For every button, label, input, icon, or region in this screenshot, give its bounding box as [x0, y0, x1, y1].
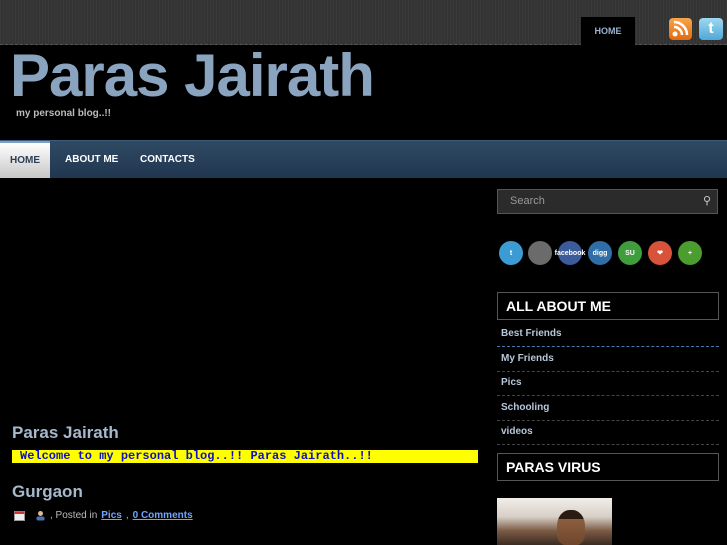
stumbleupon-social-icon[interactable]: SU	[618, 241, 642, 265]
divider	[497, 444, 719, 445]
site-tagline: my personal blog..!!	[16, 108, 112, 119]
post-meta: , Posted in Pics, 0 Comments	[14, 510, 193, 521]
digg-social-icon[interactable]: digg	[588, 241, 612, 265]
top-home-link[interactable]: HOME	[581, 17, 635, 45]
meta-posted-in: , Posted in	[50, 510, 98, 521]
main-nav: HOME ABOUT ME CONTACTS	[0, 140, 727, 178]
nav-contacts[interactable]: CONTACTS	[140, 141, 195, 178]
digg-social-glyph: digg	[592, 249, 608, 257]
category-link[interactable]: Pics	[101, 510, 122, 521]
sidebar-link-best-friends[interactable]: Best Friends	[497, 322, 719, 346]
profile-face	[557, 510, 585, 545]
paras-virus-title: PARAS VIRUS	[497, 453, 719, 481]
favorites-social-glyph: ❤	[657, 250, 663, 257]
addthis-social-glyph: +	[687, 249, 693, 257]
twitter-social-glyph: t	[509, 249, 513, 257]
meta-separator: ,	[125, 510, 129, 521]
delicious-social-icon[interactable]	[528, 241, 552, 265]
site-title[interactable]: Paras Jairath	[10, 44, 375, 108]
addthis-social-icon[interactable]: +	[678, 241, 702, 265]
nav-home[interactable]: HOME	[0, 141, 50, 178]
search-placeholder: Search	[510, 195, 545, 207]
twitter-social-icon[interactable]: t	[499, 241, 523, 265]
author-icon	[35, 510, 46, 521]
all-about-me-title: ALL ABOUT ME	[497, 292, 719, 320]
welcome-message: Welcome to my personal blog..!! Paras Ja…	[12, 450, 478, 463]
sidebar-link-videos[interactable]: videos	[497, 420, 719, 444]
calendar-icon	[14, 510, 25, 521]
top-bar: HOME t	[0, 0, 727, 45]
facebook-social-icon[interactable]: facebook	[555, 241, 585, 265]
rss-icon[interactable]	[669, 18, 692, 40]
twitter-icon[interactable]: t	[699, 18, 723, 40]
post-title[interactable]: Paras Jairath	[12, 423, 119, 443]
favorites-social-icon[interactable]: ❤	[648, 241, 672, 265]
sidebar-link-schooling[interactable]: Schooling	[497, 396, 719, 420]
search-input[interactable]: Search ⚲	[497, 189, 718, 214]
comments-link[interactable]: 0 Comments	[133, 510, 193, 521]
stumbleupon-social-glyph: SU	[625, 249, 635, 257]
facebook-social-glyph: facebook	[554, 249, 586, 257]
sidebar-link-pics[interactable]: Pics	[497, 371, 719, 395]
post-title-gurgaon[interactable]: Gurgaon	[12, 482, 83, 502]
profile-photo[interactable]	[497, 498, 612, 545]
nav-about-me[interactable]: ABOUT ME	[65, 141, 118, 178]
search-icon[interactable]: ⚲	[703, 190, 711, 213]
sidebar-link-my-friends[interactable]: My Friends	[497, 347, 719, 371]
